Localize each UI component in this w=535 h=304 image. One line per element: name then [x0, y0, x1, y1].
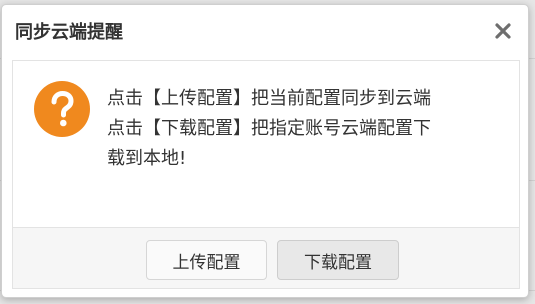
download-config-button[interactable]: 下载配置: [277, 240, 399, 280]
dialog-footer: 上传配置 下载配置: [13, 227, 519, 288]
question-icon: [34, 81, 90, 137]
upload-config-button[interactable]: 上传配置: [146, 240, 267, 280]
message-line: 点击【下载配置】把指定账号云端配置下: [107, 118, 431, 139]
close-icon[interactable]: [492, 20, 514, 42]
dialog-content: 点击【上传配置】把当前配置同步到云端 点击【下载配置】把指定账号云端配置下 载到…: [13, 61, 519, 227]
message-line: 载到本地!: [107, 148, 187, 169]
dialog-message: 点击【上传配置】把当前配置同步到云端 点击【下载配置】把指定账号云端配置下 载到…: [107, 84, 507, 174]
dialog-body: 点击【上传配置】把当前配置同步到云端 点击【下载配置】把指定账号云端配置下 载到…: [12, 60, 520, 289]
sync-cloud-dialog: 同步云端提醒 点击【上传配置】把当前配置同步到云端 点击【下载配置】把指定账号云…: [1, 4, 529, 298]
message-line: 点击【上传配置】把当前配置同步到云端: [107, 88, 431, 109]
dialog-title: 同步云端提醒: [15, 22, 123, 43]
